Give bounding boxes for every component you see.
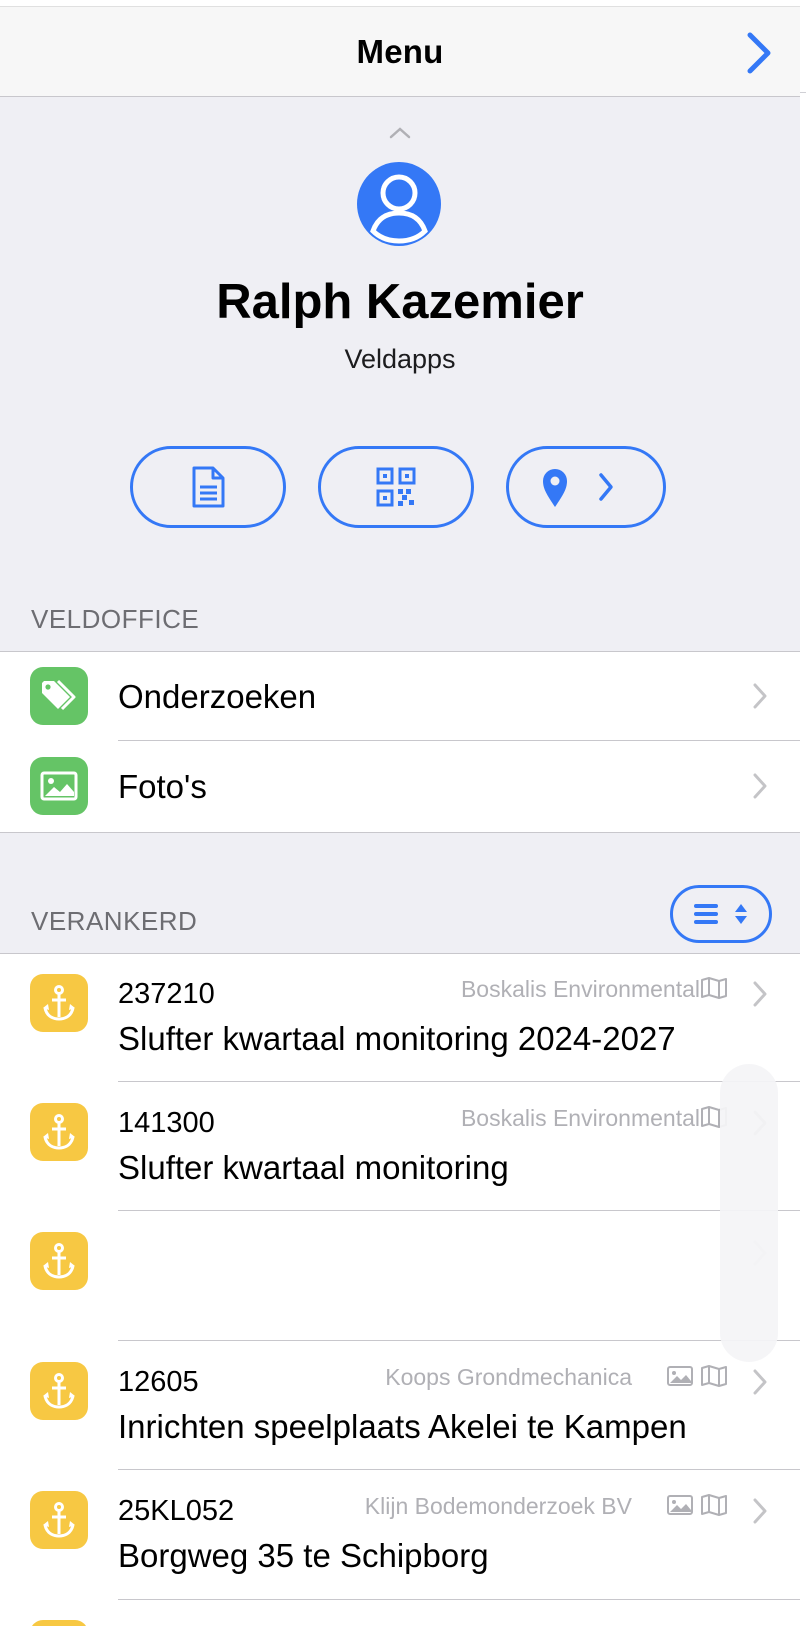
location-button[interactable] xyxy=(506,446,666,528)
anchor-icon xyxy=(30,1491,88,1549)
list-item[interactable] xyxy=(0,1600,800,1626)
menu-item-fotos[interactable]: Foto's xyxy=(0,741,800,831)
map-icon xyxy=(701,1494,727,1516)
navigation-bar: Menu xyxy=(0,6,800,97)
location-pin-icon xyxy=(543,469,613,507)
chevron-right-icon xyxy=(753,1369,767,1395)
map-icon xyxy=(701,977,727,999)
next-button[interactable] xyxy=(740,29,780,77)
anchor-icon xyxy=(30,1620,88,1626)
anchor-icon xyxy=(30,1362,88,1420)
list-item[interactable]: 12605 Koops Grondmechanica Inrichten spe… xyxy=(0,1341,800,1470)
user-organization: Veldapps xyxy=(344,344,456,374)
tags-icon xyxy=(30,667,88,725)
menu-panel: Menu Ralph Kazemier Veldapps VELDOFFICE … xyxy=(0,6,800,1626)
chevron-right-icon xyxy=(753,1498,767,1524)
chevron-right-icon xyxy=(753,683,767,709)
project-title: Inrichten speelplaats Akelei te Kampen xyxy=(118,1408,687,1445)
project-company: Boskalis Environmental xyxy=(460,976,700,1002)
project-number: 12605 xyxy=(118,1366,199,1398)
user-name: Ralph Kazemier xyxy=(216,275,584,329)
person-circle-icon[interactable] xyxy=(356,161,442,247)
list-item[interactable] xyxy=(0,1211,800,1341)
verankerd-list: 237210 Boskalis Environmental Slufter kw… xyxy=(0,953,800,1626)
veldoffice-list: Onderzoeken Foto's xyxy=(0,651,800,833)
section-header-verankerd: VERANKERD xyxy=(31,906,198,936)
project-number: 237210 xyxy=(118,978,215,1010)
anchor-icon xyxy=(30,1232,88,1290)
project-company: Boskalis Environmental xyxy=(460,1105,700,1131)
adjacent-view-edge xyxy=(800,0,806,1626)
photo-icon xyxy=(667,1366,693,1386)
list-icon xyxy=(694,904,718,924)
chevron-right-icon xyxy=(753,773,767,799)
photo-icon xyxy=(667,1495,693,1515)
document-icon xyxy=(192,466,225,508)
chevron-right-icon xyxy=(747,32,771,74)
scroll-indicator[interactable] xyxy=(720,1064,778,1362)
project-title: Borgweg 35 te Schipborg xyxy=(118,1537,489,1574)
chevron-right-icon xyxy=(753,981,767,1007)
project-company: Klijn Bodemonderzoek BV xyxy=(364,1493,632,1519)
photo-icon xyxy=(30,757,88,815)
section-header-veldoffice: VELDOFFICE xyxy=(31,604,200,634)
sort-updown-icon xyxy=(735,904,747,924)
menu-item-onderzoeken[interactable]: Onderzoeken xyxy=(0,652,800,741)
project-company: Koops Grondmechanica xyxy=(385,1364,632,1390)
list-item[interactable]: 25KL052 Klijn Bodemonderzoek BV Borgweg … xyxy=(0,1470,800,1600)
list-item[interactable]: 141300 Boskalis Environmental Slufter kw… xyxy=(0,1082,800,1211)
anchor-icon xyxy=(30,1103,88,1161)
project-number: 141300 xyxy=(118,1107,215,1139)
project-number: 25KL052 xyxy=(118,1495,235,1527)
menu-item-label: Foto's xyxy=(118,768,207,805)
sort-button[interactable] xyxy=(670,885,772,943)
qr-code-button[interactable] xyxy=(318,446,474,528)
project-title: Slufter kwartaal monitoring xyxy=(118,1149,509,1186)
map-icon xyxy=(701,1365,727,1387)
chevron-up-icon[interactable] xyxy=(388,124,412,142)
qr-code-icon xyxy=(376,467,416,507)
document-button[interactable] xyxy=(130,446,286,528)
anchor-icon xyxy=(30,974,88,1032)
menu-item-label: Onderzoeken xyxy=(118,678,317,715)
list-item[interactable]: 237210 Boskalis Environmental Slufter kw… xyxy=(0,954,800,1082)
page-title: Menu xyxy=(356,33,444,70)
project-title: Slufter kwartaal monitoring 2024-2027 xyxy=(118,1020,676,1057)
